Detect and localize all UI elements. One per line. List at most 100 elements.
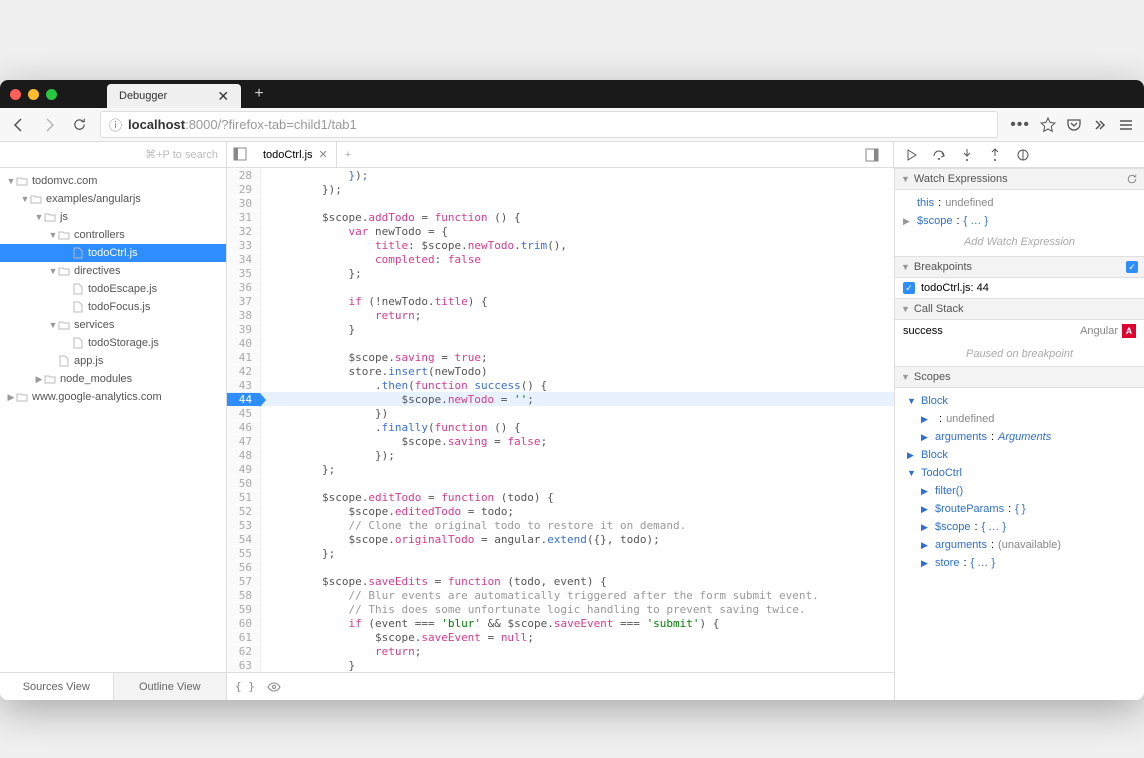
tab-outline-view[interactable]: Outline View bbox=[113, 673, 227, 700]
code-line[interactable]: 43 .then(function success() { bbox=[227, 378, 894, 392]
code-line[interactable]: 32 var newTodo = { bbox=[227, 224, 894, 238]
tree-file[interactable]: todoCtrl.js bbox=[0, 244, 226, 262]
close-tab-icon[interactable]: ✕ bbox=[217, 88, 229, 105]
code-line[interactable]: 36 bbox=[227, 280, 894, 294]
line-number[interactable]: 52 bbox=[227, 505, 261, 518]
code-line[interactable]: 56 bbox=[227, 560, 894, 574]
line-number[interactable]: 32 bbox=[227, 225, 261, 238]
code-line[interactable]: 60 if (event === 'blur' && $scope.saveEv… bbox=[227, 616, 894, 630]
overflow-icon[interactable] bbox=[1092, 117, 1108, 133]
line-number[interactable]: 34 bbox=[227, 253, 261, 266]
code-line[interactable]: 33 title: $scope.newTodo.trim(), bbox=[227, 238, 894, 252]
toggle-all-breakpoints[interactable]: ✓ bbox=[1126, 261, 1138, 273]
code-line[interactable]: 41 $scope.saving = true; bbox=[227, 350, 894, 364]
tree-folder[interactable]: ▼examples/angularjs bbox=[0, 190, 226, 208]
pretty-print-button[interactable]: { } bbox=[235, 680, 255, 693]
code-line[interactable]: 55 }; bbox=[227, 546, 894, 560]
code-line[interactable]: 37 if (!newTodo.title) { bbox=[227, 294, 894, 308]
new-tab-button[interactable]: + bbox=[247, 82, 271, 106]
tree-file[interactable]: todoFocus.js bbox=[0, 298, 226, 316]
scope-item[interactable]: ▶: undefined bbox=[903, 410, 1136, 428]
callstack-frame[interactable]: success Angular A bbox=[895, 320, 1144, 342]
watch-item[interactable]: ▶$scope: { … } bbox=[903, 212, 1136, 230]
code-line[interactable]: 62 return; bbox=[227, 644, 894, 658]
tree-folder[interactable]: ▼todomvc.com bbox=[0, 172, 226, 190]
watch-item[interactable]: this: undefined bbox=[903, 194, 1136, 212]
code-line[interactable]: 53 // Clone the original todo to restore… bbox=[227, 518, 894, 532]
scope-item[interactable]: ▶Block bbox=[903, 446, 1136, 464]
code-area[interactable]: 28 });29 });3031 $scope.addTodo = functi… bbox=[227, 168, 894, 672]
code-line[interactable]: 58 // Blur events are automatically trig… bbox=[227, 588, 894, 602]
code-line[interactable]: 45 }) bbox=[227, 406, 894, 420]
line-number[interactable]: 36 bbox=[227, 281, 261, 294]
line-number[interactable]: 40 bbox=[227, 337, 261, 350]
code-line[interactable]: 31 $scope.addTodo = function () { bbox=[227, 210, 894, 224]
line-number[interactable]: 61 bbox=[227, 631, 261, 644]
minimize-window-button[interactable] bbox=[28, 89, 39, 100]
pocket-icon[interactable] bbox=[1066, 117, 1082, 133]
browser-tab[interactable]: Debugger ✕ bbox=[107, 84, 241, 108]
line-number[interactable]: 53 bbox=[227, 519, 261, 532]
line-number[interactable]: 54 bbox=[227, 533, 261, 546]
line-number[interactable]: 37 bbox=[227, 295, 261, 308]
line-number[interactable]: 46 bbox=[227, 421, 261, 434]
tree-folder[interactable]: ▼js bbox=[0, 208, 226, 226]
code-line[interactable]: 54 $scope.originalTodo = angular.extend(… bbox=[227, 532, 894, 546]
reload-button[interactable] bbox=[70, 116, 88, 134]
code-line[interactable]: 39 } bbox=[227, 322, 894, 336]
tree-folder[interactable]: ▼controllers bbox=[0, 226, 226, 244]
line-number[interactable]: 42 bbox=[227, 365, 261, 378]
code-line[interactable]: 52 $scope.editedTodo = todo; bbox=[227, 504, 894, 518]
maximize-window-button[interactable] bbox=[46, 89, 57, 100]
code-line[interactable]: 49 }; bbox=[227, 462, 894, 476]
bookmark-icon[interactable] bbox=[1040, 117, 1056, 133]
url-field[interactable]: ⓘ localhost:8000/?firefox-tab=child1/tab… bbox=[100, 111, 998, 138]
tree-folder[interactable]: ▶www.google-analytics.com bbox=[0, 388, 226, 406]
step-out-button[interactable] bbox=[988, 148, 1002, 162]
code-line[interactable]: 57 $scope.saveEdits = function (todo, ev… bbox=[227, 574, 894, 588]
deactivate-breakpoints-button[interactable] bbox=[1016, 148, 1030, 162]
scope-item[interactable]: ▶store: { … } bbox=[903, 554, 1136, 572]
blackbox-button[interactable] bbox=[267, 680, 281, 694]
close-editor-tab-icon[interactable]: ✕ bbox=[319, 148, 328, 161]
line-number[interactable]: 51 bbox=[227, 491, 261, 504]
code-line[interactable]: 51 $scope.editTodo = function (todo) { bbox=[227, 490, 894, 504]
code-line[interactable]: 46 .finally(function () { bbox=[227, 420, 894, 434]
scope-item[interactable]: ▼Block bbox=[903, 392, 1136, 410]
code-line[interactable]: 40 bbox=[227, 336, 894, 350]
breakpoint-item[interactable]: ✓todoCtrl.js: 44 bbox=[895, 278, 1144, 298]
line-number[interactable]: 60 bbox=[227, 617, 261, 630]
step-in-button[interactable] bbox=[960, 148, 974, 162]
line-number[interactable]: 41 bbox=[227, 351, 261, 364]
line-number[interactable]: 48 bbox=[227, 449, 261, 462]
menu-icon[interactable] bbox=[1118, 117, 1134, 133]
line-number[interactable]: 58 bbox=[227, 589, 261, 602]
line-number[interactable]: 28 bbox=[227, 169, 261, 182]
line-number[interactable]: 38 bbox=[227, 309, 261, 322]
code-line[interactable]: 44 $scope.newTodo = ''; bbox=[227, 392, 894, 406]
tree-file[interactable]: app.js bbox=[0, 352, 226, 370]
code-line[interactable]: 29 }); bbox=[227, 182, 894, 196]
code-line[interactable]: 28 }); bbox=[227, 168, 894, 182]
code-line[interactable]: 30 bbox=[227, 196, 894, 210]
scope-item[interactable]: ▶$routeParams: { } bbox=[903, 500, 1136, 518]
line-number[interactable]: 59 bbox=[227, 603, 261, 616]
site-info-icon[interactable]: ⓘ bbox=[109, 115, 122, 134]
tree-folder[interactable]: ▶node_modules bbox=[0, 370, 226, 388]
resume-button[interactable] bbox=[904, 148, 918, 162]
page-actions-icon[interactable]: ••• bbox=[1010, 116, 1030, 134]
editor-tab[interactable]: todoCtrl.js ✕ bbox=[255, 142, 337, 167]
line-number[interactable]: 56 bbox=[227, 561, 261, 574]
code-line[interactable]: 50 bbox=[227, 476, 894, 490]
line-number[interactable]: 62 bbox=[227, 645, 261, 658]
code-line[interactable]: 59 // This does some unfortunate logic h… bbox=[227, 602, 894, 616]
refresh-watch-button[interactable] bbox=[1126, 173, 1138, 185]
tab-sources-view[interactable]: Sources View bbox=[0, 673, 113, 700]
tree-file[interactable]: todoEscape.js bbox=[0, 280, 226, 298]
toggle-left-panel-button[interactable] bbox=[233, 147, 249, 163]
code-line[interactable]: 34 completed: false bbox=[227, 252, 894, 266]
code-line[interactable]: 47 $scope.saving = false; bbox=[227, 434, 894, 448]
step-over-button[interactable] bbox=[932, 148, 946, 162]
code-line[interactable]: 61 $scope.saveEvent = null; bbox=[227, 630, 894, 644]
line-number[interactable]: 47 bbox=[227, 435, 261, 448]
